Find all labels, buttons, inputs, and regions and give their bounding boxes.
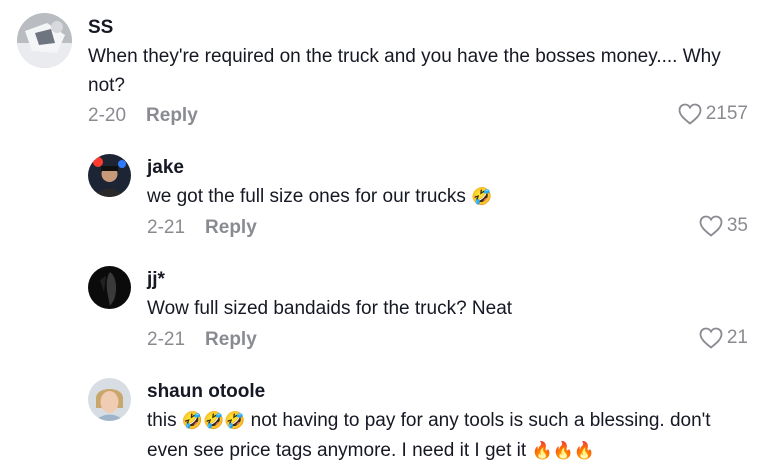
avatar-photo-icon	[17, 13, 72, 68]
comment-meta: 2-21 Reply	[147, 329, 257, 351]
comment-username[interactable]: shaun otoole	[147, 381, 265, 403]
avatar-photo-icon	[88, 378, 131, 421]
avatar-photo-icon	[88, 266, 131, 309]
like-count: 2157	[705, 103, 748, 124]
avatar[interactable]	[88, 266, 131, 309]
heart-outline-icon	[699, 215, 723, 237]
like-button[interactable]: 2157	[678, 103, 748, 125]
comment-username[interactable]: jake	[147, 157, 184, 179]
like-count: 35	[726, 215, 748, 236]
comment-item: SS When they're required on the truck an…	[0, 0, 768, 135]
avatar[interactable]	[17, 13, 72, 68]
comment-meta: 2-21 Reply	[147, 217, 257, 239]
reply-button[interactable]: Reply	[205, 217, 257, 238]
reply-button[interactable]: Reply	[205, 329, 257, 350]
heart-outline-icon	[699, 327, 723, 349]
comment-date: 2-21	[147, 329, 186, 350]
reply-button[interactable]: Reply	[146, 105, 198, 126]
comment-username[interactable]: SS	[88, 17, 113, 39]
like-button[interactable]: 35	[699, 215, 748, 237]
comment-item: jj* Wow full sized bandaids for the truc…	[0, 252, 768, 362]
comment-text: When they're required on the truck and y…	[88, 46, 721, 96]
fire-emoji-group: 🔥🔥🔥	[531, 441, 595, 461]
comment-text: we got the full size ones for our trucks…	[147, 182, 737, 212]
comment-meta: 2-20 Reply	[88, 105, 198, 127]
laughing-emoji-group: 🤣🤣🤣	[181, 411, 246, 431]
comment-text: Wow full sized bandaids for the truck? N…	[147, 298, 513, 319]
like-count: 21	[726, 327, 748, 348]
comment-date: 2-20	[88, 105, 127, 126]
comment-username[interactable]: jj*	[147, 269, 165, 291]
comment-text: this 🤣🤣🤣 not having to pay for any tools…	[147, 406, 752, 466]
comment-item: shaun otoole this 🤣🤣🤣 not having to pay …	[0, 364, 768, 468]
avatar[interactable]	[88, 154, 131, 197]
comment-text-prefix: this	[147, 410, 177, 431]
comment-date: 2-21	[147, 217, 186, 238]
comment-item: jake we got the full size ones for our t…	[0, 140, 768, 250]
avatar-photo-icon	[88, 154, 131, 197]
like-button[interactable]: 21	[699, 327, 748, 349]
avatar[interactable]	[88, 378, 131, 421]
heart-outline-icon	[678, 103, 702, 125]
laughing-emoji: 🤣	[471, 187, 493, 207]
comment-text-body: we got the full size ones for our trucks	[147, 186, 466, 207]
